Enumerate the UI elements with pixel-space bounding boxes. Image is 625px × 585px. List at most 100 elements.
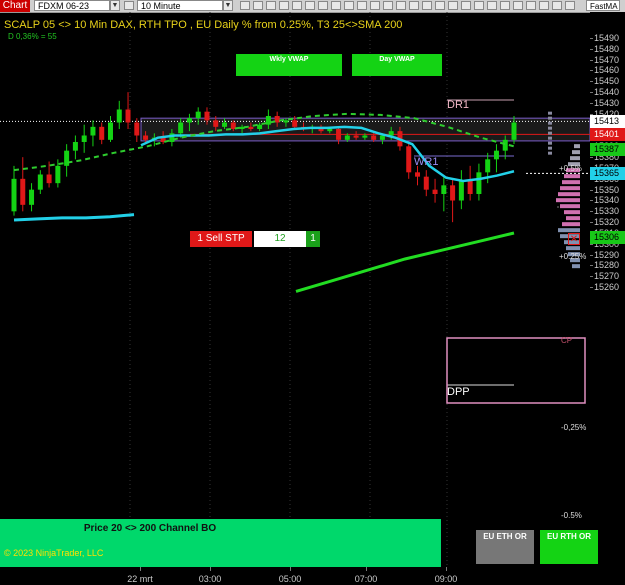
price-axis[interactable]: 15490 15480 15470 15460 15450 15440 15430 15420… xyxy=(590,12,625,567)
price-tick-mark xyxy=(590,48,593,50)
candle-body xyxy=(432,189,438,194)
toolbar-icon-10[interactable] xyxy=(357,1,367,10)
toolbar-icon-9[interactable] xyxy=(344,1,354,10)
price-tick-mark xyxy=(590,222,593,224)
candle-body xyxy=(134,122,140,136)
toolbar-icon-26[interactable] xyxy=(565,1,575,10)
price-tick-label: 15490 xyxy=(594,33,620,43)
volume-profile-tick xyxy=(548,121,552,125)
candle-body xyxy=(20,178,26,205)
price-tick-mark xyxy=(590,157,593,159)
volume-profile-tick xyxy=(548,136,552,140)
interval-dropdown-icon[interactable]: ▼ xyxy=(223,0,233,11)
volume-profile-bar xyxy=(558,228,580,233)
candle-body xyxy=(107,122,113,140)
price-tick-mark xyxy=(590,265,593,267)
toolbar-icon-18[interactable] xyxy=(461,1,471,10)
toolbar-icon-8[interactable] xyxy=(331,1,341,10)
candle-body xyxy=(388,131,394,136)
chart-menu-button[interactable]: Chart xyxy=(0,0,30,12)
interval-selector[interactable]: 10 Minute xyxy=(137,0,223,11)
price-tag: 15413 xyxy=(590,114,625,128)
toolbar-icon-12[interactable] xyxy=(383,1,393,10)
toolbar-icon-11[interactable] xyxy=(370,1,380,10)
toolbar-icon-7[interactable] xyxy=(318,1,328,10)
instrument-dropdown-icon[interactable]: ▼ xyxy=(110,0,120,11)
toolbar-icon-5[interactable] xyxy=(292,1,302,10)
price-tick-mark xyxy=(590,276,593,278)
candle-body xyxy=(116,109,122,123)
fastma-selector[interactable]: FastMA xyxy=(586,0,620,11)
volume-profile-bar xyxy=(566,216,580,221)
sell-stop-order-label[interactable]: 1 Sell STP xyxy=(190,231,252,247)
time-tick-mark xyxy=(210,567,211,571)
candle-body xyxy=(11,178,17,212)
candle-body xyxy=(511,122,517,140)
volume-profile-bar xyxy=(560,186,580,191)
price-chart[interactable] xyxy=(0,12,590,567)
candle-body xyxy=(257,124,263,129)
time-tick-mark xyxy=(446,567,447,571)
price-tick-label: 15480 xyxy=(594,43,620,54)
toolbar-icon-4[interactable] xyxy=(279,1,289,10)
price-tick-label: 15340 xyxy=(594,195,620,206)
candle-body xyxy=(178,122,184,134)
volume-profile-bar xyxy=(560,204,580,209)
toolbar-icon-22[interactable] xyxy=(513,1,523,10)
volume-profile-bar xyxy=(564,210,580,215)
toolbar-icon-25[interactable] xyxy=(552,1,562,10)
toolbar-icon-16[interactable] xyxy=(435,1,445,10)
price-tick-mark xyxy=(590,81,593,83)
instrument-selector[interactable]: FDXM 06-23 xyxy=(34,0,110,11)
price-tick-label: 15320 xyxy=(594,217,620,228)
time-tick-label: 22 mrt xyxy=(127,574,153,584)
toolbar-icon-6[interactable] xyxy=(305,1,315,10)
candle-body xyxy=(46,174,52,184)
toolbar-small-button[interactable] xyxy=(124,1,134,10)
toolbar-icon-20[interactable] xyxy=(487,1,497,10)
chart-subtitle: D 0,36% = 55 xyxy=(8,32,57,41)
candle-body xyxy=(353,135,359,138)
volume-profile-bar xyxy=(566,246,580,251)
volume-profile-tick xyxy=(548,151,552,155)
volume-profile-bar xyxy=(572,264,580,269)
toolbar-icon-3[interactable] xyxy=(266,1,276,10)
candle-body xyxy=(485,159,491,173)
price-tick-mark xyxy=(590,254,593,256)
day-vwap-button[interactable]: Day VWAP xyxy=(352,54,442,76)
candle-body xyxy=(423,176,429,190)
pct-plus-05: +0.5% xyxy=(559,164,582,173)
price-tick-mark xyxy=(590,189,593,191)
time-axis[interactable]: 22 mrt 03:00 05:00 07:00 09:00 xyxy=(0,567,590,585)
toolbar-icon-13[interactable] xyxy=(396,1,406,10)
volume-profile-tick xyxy=(548,111,552,115)
time-tick-label: 09:00 xyxy=(434,574,458,584)
candle-body xyxy=(64,150,70,166)
eu-eth-or-button[interactable]: EU ETH OR xyxy=(476,530,534,564)
price-tag: 15401 xyxy=(590,127,625,141)
dr1-label: DR1 xyxy=(447,99,470,111)
toolbar-icon-15[interactable] xyxy=(422,1,432,10)
order-size-badge[interactable]: 1 xyxy=(306,231,320,247)
toolbar-icon-17[interactable] xyxy=(448,1,458,10)
candle-body xyxy=(204,111,210,121)
volume-profile-bar xyxy=(558,192,580,197)
toolbar-icon-14[interactable] xyxy=(409,1,419,10)
eu-rth-or-button[interactable]: EU RTH OR xyxy=(540,530,598,564)
toolbar-icon-1[interactable] xyxy=(240,1,250,10)
toolbar-icon-2[interactable] xyxy=(253,1,263,10)
toolbar-icon-23[interactable] xyxy=(526,1,536,10)
candle-body xyxy=(248,126,254,129)
order-quantity-field[interactable]: 12 xyxy=(254,231,306,247)
toolbar-icon-21[interactable] xyxy=(500,1,510,10)
volume-profile-tick xyxy=(548,146,552,150)
price-tag: 15365 xyxy=(590,166,625,180)
volume-profile-bar xyxy=(562,180,580,185)
time-tick-label: 05:00 xyxy=(278,574,302,584)
price-tick-mark xyxy=(590,38,593,39)
wkly-vwap-button[interactable]: Wkly VWAP xyxy=(236,54,342,76)
toolbar-icon-19[interactable] xyxy=(474,1,484,10)
cancel-order-icon[interactable]: ✕ xyxy=(568,233,580,245)
toolbar-icon-24[interactable] xyxy=(539,1,549,10)
price-tick-mark xyxy=(590,70,593,72)
